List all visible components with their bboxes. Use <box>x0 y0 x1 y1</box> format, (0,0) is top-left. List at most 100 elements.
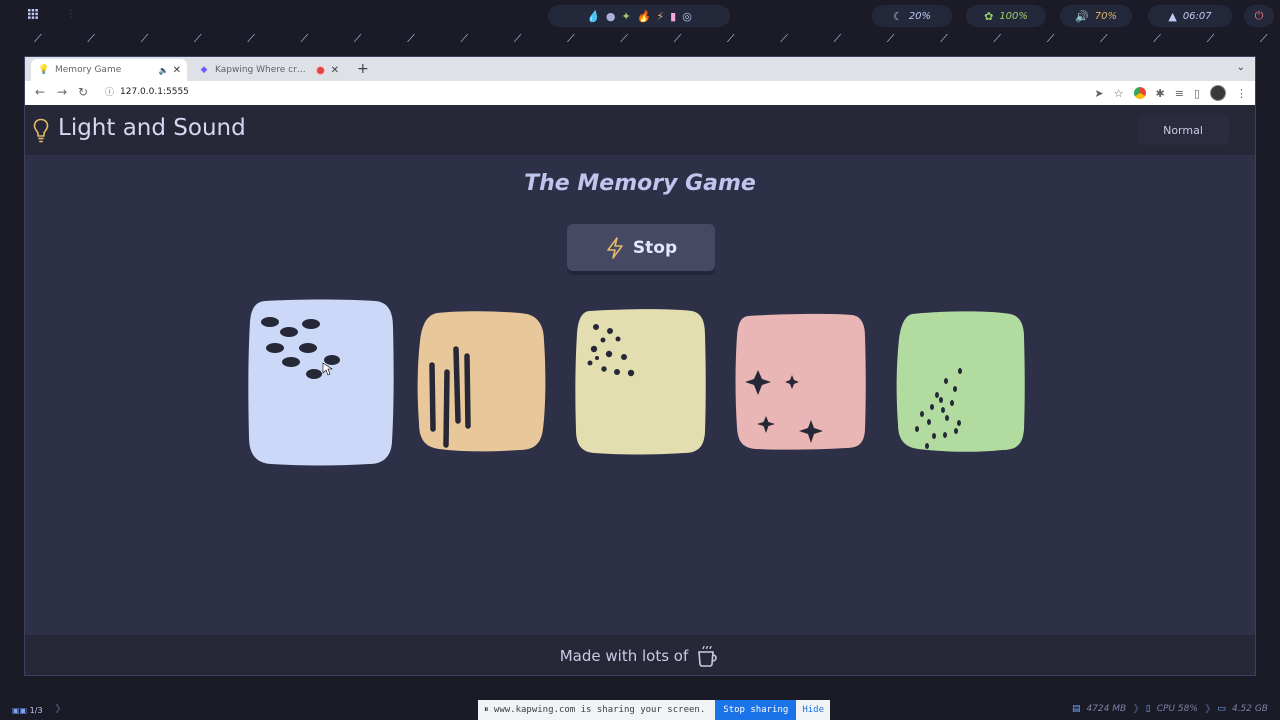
tab-kapwing[interactable]: ◆ Kapwing Where cr… ✕ <box>191 59 345 81</box>
clock-value: 06:07 <box>1182 10 1212 22</box>
audio-playing-icon[interactable]: 🔈 <box>159 66 169 75</box>
brightness-indicator[interactable]: ☾ 20% <box>872 5 952 27</box>
disk-icon: ▭ <box>1217 704 1226 714</box>
system-top-bar: ⋮ 💧 ● ✦ 🔥 ⚡ ▮ ◎ ☾ 20% ✿ 100% 🔊 70% ▲ 06:… <box>0 0 1280 32</box>
lightning-bolt-icon <box>607 236 623 259</box>
star-icon[interactable]: ☆ <box>1114 87 1124 100</box>
speaker-icon: 🔊 <box>1075 9 1089 23</box>
profile-avatar[interactable] <box>1210 85 1226 101</box>
media-list-icon[interactable]: ≡ <box>1175 87 1184 100</box>
app-header: Light and Sound Normal <box>25 105 1255 155</box>
new-tab-button[interactable]: + <box>357 61 369 77</box>
web-page: Light and Sound Normal The Memory Game S… <box>25 105 1255 675</box>
pattern-glyph-icon: ⟋ <box>726 32 735 45</box>
decorative-pattern-row: ⟋ ⟋ ⟋ ⟋ ⟋ ⟋ ⟋ ⟋ ⟋ ⟋ ⟋ ⟋ ⟋ ⟋ ⟋ ⟋ ⟋ ⟋ ⟋ ⟋ ⟋ ⟋ ⟋ ⟋ <box>0 32 1280 46</box>
pattern-glyph-icon: ⟋ <box>673 32 682 45</box>
pattern-glyph-icon: ⟋ <box>34 32 42 45</box>
pattern-glyph-icon: ⟋ <box>1206 32 1215 45</box>
pattern-glyph-icon: ⟋ <box>87 32 95 45</box>
browser-window: 💡 Memory Game 🔈 ✕ ◆ Kapwing Where cr… ✕ … <box>24 56 1256 676</box>
tab-title: Kapwing Where cr… <box>215 65 306 75</box>
pattern-glyph-icon: ⟋ <box>780 32 788 45</box>
tab-title: Memory Game <box>55 65 122 75</box>
clock[interactable]: ▲ 06:07 <box>1148 5 1232 27</box>
pattern-glyph-icon: ⟋ <box>193 32 202 45</box>
game-pad-green[interactable] <box>894 309 1028 457</box>
app-title: Light and Sound <box>58 115 246 141</box>
game-pad-blue[interactable] <box>247 297 395 467</box>
pattern-glyph-icon: ⟋ <box>1100 32 1108 45</box>
game-pad-yellow[interactable] <box>574 307 708 457</box>
chrome-extension-icon[interactable] <box>1133 87 1146 99</box>
pattern-glyph-icon: ⟋ <box>353 32 362 45</box>
chevron-right-icon: ❯ <box>1132 704 1140 714</box>
game-pad-pink[interactable] <box>734 312 868 454</box>
battery-value: 100% <box>999 10 1028 22</box>
url-text[interactable]: 127.0.0.1:5555 <box>120 87 189 97</box>
forward-arrow-icon[interactable]: → <box>57 85 67 99</box>
coffee-cup-icon <box>698 645 717 667</box>
volume-indicator[interactable]: 🔊 70% <box>1060 5 1132 27</box>
chevron-right-icon: ❯ <box>54 704 62 714</box>
puzzle-icon[interactable]: ✦ <box>621 10 630 23</box>
back-arrow-icon[interactable]: ← <box>35 85 45 99</box>
game-title: The Memory Game <box>524 171 756 196</box>
tab-search-chevron-icon[interactable]: ⌄ <box>1237 62 1245 73</box>
lightbulb-favicon-icon: 💡 <box>38 65 50 75</box>
pattern-glyph-icon: ⟋ <box>833 32 842 45</box>
flame-icon[interactable]: 🔥 <box>637 10 651 23</box>
volume-value: 70% <box>1094 10 1117 22</box>
mode-toggle-button[interactable]: Normal <box>1137 115 1229 145</box>
workspace-icon: ▣▣ <box>12 706 30 715</box>
workspace-indicator[interactable]: ▣▣ 1/3 <box>12 706 43 715</box>
send-icon[interactable]: ➤ <box>1094 87 1103 100</box>
tab-memory-game[interactable]: 💡 Memory Game 🔈 ✕ <box>31 59 187 81</box>
info-icon[interactable]: ⓘ <box>105 85 114 98</box>
moon-icon: ☾ <box>892 9 903 23</box>
pattern-glyph-icon: ⟋ <box>300 32 309 45</box>
tray-icons: 💧 ● ✦ 🔥 ⚡ ▮ ◎ <box>548 5 730 27</box>
puzzle-extension-icon[interactable]: ✱ <box>1156 87 1165 100</box>
recording-icon <box>315 65 325 75</box>
bolt-icon[interactable]: ⚡ <box>656 10 664 23</box>
power-icon: ⏻ <box>1254 9 1264 22</box>
browser-toolbar: ← → ↻ ⓘ 127.0.0.1:5555 ➤ ☆ ✱ ≡ ▯ ⋮ <box>25 81 1255 106</box>
clock-arrow-icon: ▲ <box>1168 9 1177 23</box>
close-icon[interactable]: ✕ <box>331 65 339 76</box>
share-message: ⏸ www.kapwing.com is sharing your screen… <box>484 705 706 715</box>
pattern-glyph-icon: ⟋ <box>567 32 575 45</box>
side-panel-icon[interactable]: ▯ <box>1194 87 1200 100</box>
pattern-glyph-icon: ⟋ <box>886 32 895 45</box>
apps-grid-icon[interactable] <box>28 8 42 22</box>
battery-indicator[interactable]: ✿ 100% <box>966 5 1046 27</box>
chevron-right-icon: ❯ <box>1203 704 1212 714</box>
pattern-glyph-icon: ⟋ <box>1046 32 1055 45</box>
pattern-glyph-icon: ⟋ <box>1259 32 1268 45</box>
memory-value: 4724 MB <box>1086 704 1127 714</box>
reload-icon[interactable]: ↻ <box>78 85 88 99</box>
disk-value: 4.52 GB <box>1231 704 1268 714</box>
stop-button[interactable]: Stop <box>567 224 715 271</box>
screen-share-notification: ⏸ www.kapwing.com is sharing your screen… <box>478 700 830 720</box>
address-bar[interactable]: ⓘ 127.0.0.1:5555 <box>105 85 189 99</box>
pattern-glyph-icon: ⟋ <box>940 32 948 45</box>
cpu-value: CPU 58% <box>1156 704 1198 714</box>
close-icon[interactable]: ✕ <box>173 65 181 76</box>
more-vertical-icon[interactable]: ⋮ <box>1236 87 1247 100</box>
workspace-value: 1/3 <box>29 706 43 715</box>
lifebuoy-icon[interactable]: ◎ <box>682 10 692 23</box>
footer-text: Made with lots of <box>559 647 689 665</box>
pattern-glyph-icon: ⟋ <box>620 32 628 45</box>
pattern-glyph-icon: ⟋ <box>140 32 149 45</box>
brightness-value: 20% <box>908 10 932 22</box>
power-button[interactable]: ⏻ <box>1244 5 1274 27</box>
hide-button[interactable]: Hide <box>796 705 830 715</box>
pattern-glyph-icon: ⟋ <box>993 32 1002 45</box>
system-stats: ▤ 4724 MB ❯ ▯ CPU 58% ❯ ▭ 4.52 GB <box>1072 704 1268 714</box>
stop-sharing-button[interactable]: Stop sharing <box>715 700 797 720</box>
ghost-icon[interactable]: ▮ <box>670 10 676 23</box>
toolbar-actions: ➤ ☆ ✱ ≡ ▯ ⋮ <box>1094 85 1247 101</box>
pattern-glyph-icon: ⟋ <box>460 32 469 45</box>
water-drop-icon[interactable]: 💧 <box>586 10 600 23</box>
game-pad-orange[interactable] <box>415 309 547 455</box>
